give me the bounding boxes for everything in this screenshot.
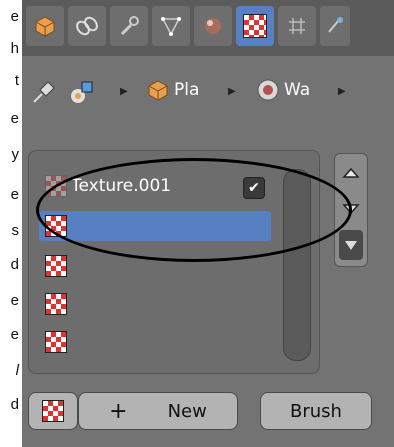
plus-icon: + [109,398,128,424]
breadcrumb-separator-icon: ▶ [228,86,236,97]
doc-line: h [10,40,19,57]
breadcrumb-material-label: Wa [284,80,311,100]
tab-constraints[interactable] [68,6,106,46]
particles-icon [289,18,305,34]
scene-icon [71,81,93,103]
doc-line: d [10,256,19,273]
texture-checker-icon [42,400,64,422]
breadcrumb-material[interactable]: Wa [256,78,310,102]
breadcrumb-separator-icon: ▶ [338,86,346,97]
document-text-strip: e h t e y e s d e e l d [0,0,22,447]
tab-object[interactable] [26,6,64,46]
pin-icon [33,81,55,103]
tab-modifiers[interactable] [110,6,148,46]
doc-line: t [14,72,19,89]
annotation-ellipse [36,158,352,262]
tab-physics[interactable] [320,6,350,46]
tab-texture[interactable] [236,6,274,46]
texture-checker-icon [45,293,67,315]
doc-line: d [10,396,19,413]
doc-line: e [10,8,19,25]
mesh-vertices-icon [161,17,181,36]
new-button-label: New [167,400,207,422]
properties-panel: ▶ Pla ▶ Wa ▶ Texture.001 ✔ + New Brush [22,0,394,447]
doc-line: s [11,222,20,239]
doc-line: y [11,146,20,163]
doc-line: e [10,326,19,343]
tab-particles[interactable] [278,6,316,46]
breadcrumb-scene[interactable] [68,78,96,108]
breadcrumb-object[interactable]: Pla [146,78,199,102]
texture-checker-icon [45,331,67,353]
doc-line: e [10,292,19,309]
menu-down-icon [345,241,357,250]
list-item[interactable] [45,327,71,357]
brush-button[interactable]: Brush [260,392,372,430]
move-up-button[interactable] [339,158,363,188]
tab-material[interactable] [194,6,232,46]
list-item[interactable] [45,251,71,281]
specials-menu-button[interactable] [339,230,363,260]
breadcrumb-object-label: Pla [174,80,200,100]
texture-browse-button[interactable] [28,392,78,430]
object-cube-icon [148,80,168,101]
wrench-icon [120,16,139,36]
breadcrumb: ▶ Pla ▶ Wa ▶ [22,56,394,136]
material-sphere-icon [205,18,221,34]
texture-datablock-bar: + New Brush [22,382,394,447]
doc-line: e [10,110,19,127]
breadcrumb-separator-icon: ▶ [120,86,128,97]
physics-icon [328,17,343,33]
brush-button-label: Brush [290,400,342,422]
chevron-up-icon [342,167,360,178]
properties-tab-bar [22,0,394,56]
texture-checker-icon [243,14,267,38]
object-cube-icon [35,16,55,37]
texture-checker-icon [45,255,67,277]
list-item[interactable] [45,289,71,319]
pin-button[interactable] [28,78,58,108]
new-texture-button[interactable]: + New [78,392,238,430]
tab-data[interactable] [152,6,190,46]
link-icon [76,16,98,36]
doc-line: e [10,186,19,203]
material-sphere-icon [257,79,279,101]
doc-line: l [15,362,19,379]
